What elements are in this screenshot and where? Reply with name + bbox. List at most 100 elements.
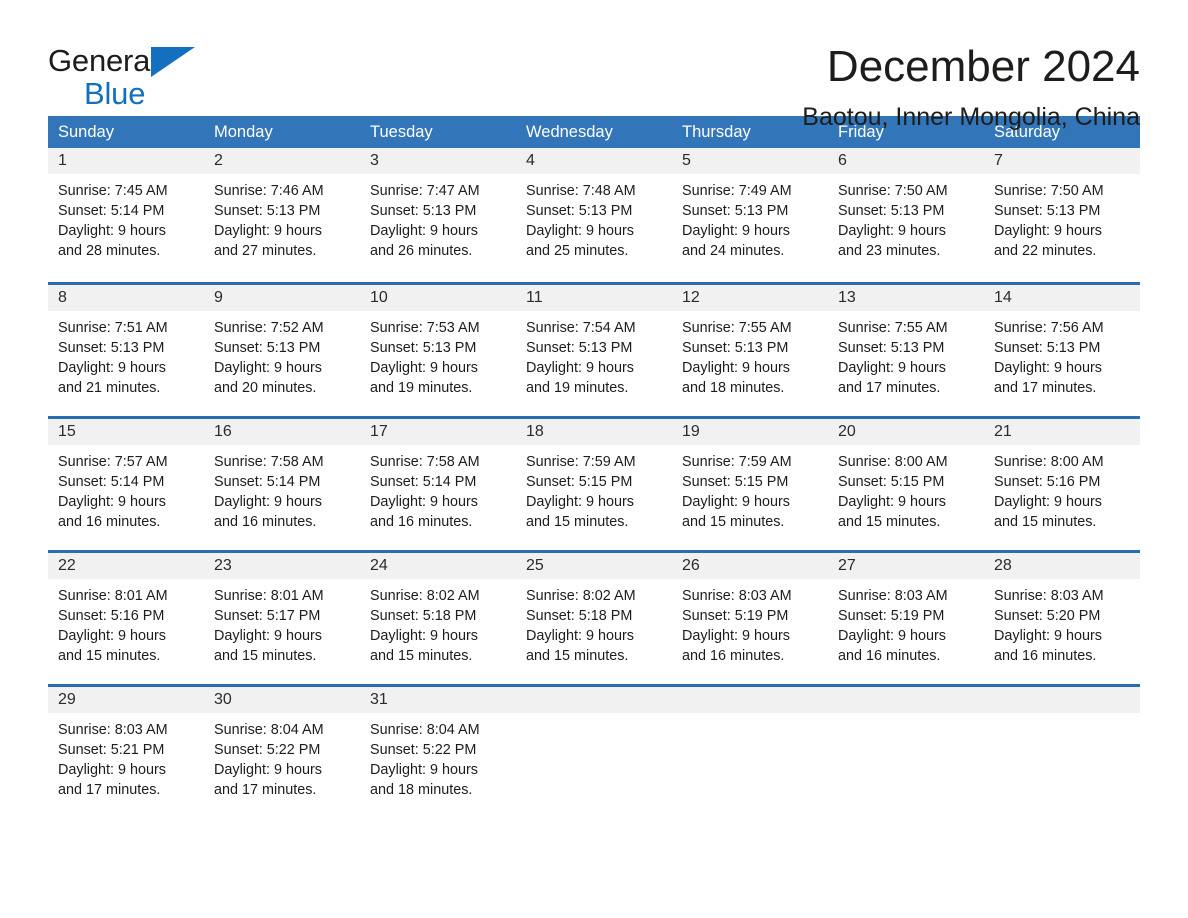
- sunrise-text: Sunrise: 8:00 AM: [838, 454, 948, 470]
- daylight-text-line2: and 19 minutes.: [370, 380, 473, 396]
- day-number: 31: [360, 687, 516, 713]
- sunrise-text: Sunrise: 7:53 AM: [370, 320, 480, 336]
- day-cell[interactable]: 11 Sunrise: 7:54 AM Sunset: 5:13 PM Dayligh…: [516, 285, 672, 405]
- day-cell-empty: [984, 687, 1140, 807]
- day-info: Sunrise: 7:55 AM Sunset: 5:13 PM Daylight:…: [828, 311, 984, 398]
- day-info: Sunrise: 8:02 AM Sunset: 5:18 PM Daylight:…: [360, 579, 516, 666]
- day-number: 4: [516, 148, 672, 174]
- day-cell[interactable]: 20 Sunrise: 8:00 AM Sunset: 5:15 PM Dayligh…: [828, 419, 984, 539]
- day-info: Sunrise: 7:45 AM Sunset: 5:14 PM Daylight:…: [48, 174, 204, 261]
- daylight-text-line2: and 15 minutes.: [994, 514, 1097, 530]
- daylight-text-line2: and 18 minutes.: [370, 782, 473, 798]
- sunrise-text: Sunrise: 7:48 AM: [526, 183, 636, 199]
- daylight-text-line1: Daylight: 9 hours: [682, 360, 790, 376]
- daylight-text-line1: Daylight: 9 hours: [526, 223, 634, 239]
- day-info: Sunrise: 7:47 AM Sunset: 5:13 PM Daylight:…: [360, 174, 516, 261]
- day-number: 21: [984, 419, 1140, 445]
- general-blue-logo[interactable]: General Blue: [48, 44, 198, 110]
- weekday-monday: Monday: [214, 123, 273, 141]
- daylight-text-line2: and 17 minutes.: [58, 782, 161, 798]
- day-number: 24: [360, 553, 516, 579]
- sunrise-text: Sunrise: 8:03 AM: [838, 588, 948, 604]
- day-cell[interactable]: 31 Sunrise: 8:04 AM Sunset: 5:22 PM Dayligh…: [360, 687, 516, 807]
- sunset-text: Sunset: 5:13 PM: [214, 340, 321, 356]
- day-cell[interactable]: 21 Sunrise: 8:00 AM Sunset: 5:16 PM Dayligh…: [984, 419, 1140, 539]
- day-cell[interactable]: 24 Sunrise: 8:02 AM Sunset: 5:18 PM Dayligh…: [360, 553, 516, 673]
- daylight-text-line1: Daylight: 9 hours: [682, 223, 790, 239]
- day-number: 19: [672, 419, 828, 445]
- day-number: 26: [672, 553, 828, 579]
- sunset-text: Sunset: 5:13 PM: [682, 203, 789, 219]
- sunset-text: Sunset: 5:13 PM: [526, 340, 633, 356]
- day-cell[interactable]: 10 Sunrise: 7:53 AM Sunset: 5:13 PM Dayligh…: [360, 285, 516, 405]
- sunrise-text: Sunrise: 7:49 AM: [682, 183, 792, 199]
- day-cell[interactable]: 8 Sunrise: 7:51 AM Sunset: 5:13 PM Daylight…: [48, 285, 204, 405]
- day-info: Sunrise: 8:00 AM Sunset: 5:15 PM Daylight:…: [828, 445, 984, 532]
- day-info: Sunrise: 8:03 AM Sunset: 5:19 PM Daylight:…: [672, 579, 828, 666]
- day-cell[interactable]: 18 Sunrise: 7:59 AM Sunset: 5:15 PM Dayligh…: [516, 419, 672, 539]
- day-cell[interactable]: 26 Sunrise: 8:03 AM Sunset: 5:19 PM Dayligh…: [672, 553, 828, 673]
- day-cell[interactable]: 5 Sunrise: 7:49 AM Sunset: 5:13 PM Daylight…: [672, 148, 828, 271]
- day-cell[interactable]: 13 Sunrise: 7:55 AM Sunset: 5:13 PM Dayligh…: [828, 285, 984, 405]
- sunrise-text: Sunrise: 7:54 AM: [526, 320, 636, 336]
- day-cell[interactable]: 17 Sunrise: 7:58 AM Sunset: 5:14 PM Dayligh…: [360, 419, 516, 539]
- sunrise-text: Sunrise: 7:45 AM: [58, 183, 168, 199]
- day-info: Sunrise: 8:03 AM Sunset: 5:21 PM Daylight:…: [48, 713, 204, 800]
- sunrise-text: Sunrise: 7:55 AM: [682, 320, 792, 336]
- day-number: 20: [828, 419, 984, 445]
- sunrise-text: Sunrise: 7:59 AM: [526, 454, 636, 470]
- day-cell[interactable]: 7 Sunrise: 7:50 AM Sunset: 5:13 PM Daylight…: [984, 148, 1140, 271]
- daylight-text-line2: and 16 minutes.: [838, 648, 941, 664]
- day-info: Sunrise: 7:59 AM Sunset: 5:15 PM Daylight:…: [672, 445, 828, 532]
- weekday-wednesday: Wednesday: [526, 123, 613, 141]
- day-info: Sunrise: 7:46 AM Sunset: 5:13 PM Daylight:…: [204, 174, 360, 261]
- sunset-text: Sunset: 5:14 PM: [58, 474, 165, 490]
- day-cell[interactable]: 9 Sunrise: 7:52 AM Sunset: 5:13 PM Daylight…: [204, 285, 360, 405]
- day-cell[interactable]: 1 Sunrise: 7:45 AM Sunset: 5:14 PM Daylight…: [48, 148, 204, 271]
- sunrise-text: Sunrise: 7:46 AM: [214, 183, 324, 199]
- day-cell[interactable]: 23 Sunrise: 8:01 AM Sunset: 5:17 PM Dayligh…: [204, 553, 360, 673]
- day-cell[interactable]: 14 Sunrise: 7:56 AM Sunset: 5:13 PM Dayligh…: [984, 285, 1140, 405]
- day-cell[interactable]: 16 Sunrise: 7:58 AM Sunset: 5:14 PM Dayligh…: [204, 419, 360, 539]
- day-cell[interactable]: 25 Sunrise: 8:02 AM Sunset: 5:18 PM Dayligh…: [516, 553, 672, 673]
- day-info: Sunrise: 8:01 AM Sunset: 5:16 PM Daylight:…: [48, 579, 204, 666]
- daylight-text-line2: and 28 minutes.: [58, 243, 161, 259]
- day-number: 27: [828, 553, 984, 579]
- daylight-text-line2: and 17 minutes.: [838, 380, 941, 396]
- day-cell[interactable]: 4 Sunrise: 7:48 AM Sunset: 5:13 PM Daylight…: [516, 148, 672, 271]
- day-number: 14: [984, 285, 1140, 311]
- day-info: Sunrise: 7:56 AM Sunset: 5:13 PM Daylight:…: [984, 311, 1140, 398]
- day-number: 29: [48, 687, 204, 713]
- sunset-text: Sunset: 5:16 PM: [994, 474, 1101, 490]
- sunset-text: Sunset: 5:18 PM: [526, 608, 633, 624]
- daylight-text-line2: and 27 minutes.: [214, 243, 317, 259]
- sunset-text: Sunset: 5:15 PM: [838, 474, 945, 490]
- sunrise-text: Sunrise: 8:02 AM: [526, 588, 636, 604]
- daylight-text-line1: Daylight: 9 hours: [838, 360, 946, 376]
- sunrise-text: Sunrise: 8:01 AM: [58, 588, 168, 604]
- daylight-text-line1: Daylight: 9 hours: [58, 628, 166, 644]
- sunset-text: Sunset: 5:14 PM: [214, 474, 321, 490]
- day-number: 3: [360, 148, 516, 174]
- day-cell[interactable]: 12 Sunrise: 7:55 AM Sunset: 5:13 PM Dayligh…: [672, 285, 828, 405]
- day-info: Sunrise: 7:58 AM Sunset: 5:14 PM Daylight:…: [360, 445, 516, 532]
- day-number: [828, 687, 984, 713]
- daylight-text-line1: Daylight: 9 hours: [838, 628, 946, 644]
- daylight-text-line1: Daylight: 9 hours: [370, 223, 478, 239]
- day-cell[interactable]: 3 Sunrise: 7:47 AM Sunset: 5:13 PM Daylight…: [360, 148, 516, 271]
- daylight-text-line2: and 16 minutes.: [994, 648, 1097, 664]
- day-info: [828, 713, 984, 720]
- day-cell[interactable]: 27 Sunrise: 8:03 AM Sunset: 5:19 PM Dayligh…: [828, 553, 984, 673]
- daylight-text-line2: and 19 minutes.: [526, 380, 629, 396]
- day-cell[interactable]: 22 Sunrise: 8:01 AM Sunset: 5:16 PM Dayligh…: [48, 553, 204, 673]
- day-cell[interactable]: 29 Sunrise: 8:03 AM Sunset: 5:21 PM Dayligh…: [48, 687, 204, 807]
- day-cell[interactable]: 6 Sunrise: 7:50 AM Sunset: 5:13 PM Daylight…: [828, 148, 984, 271]
- day-cell[interactable]: 30 Sunrise: 8:04 AM Sunset: 5:22 PM Dayligh…: [204, 687, 360, 807]
- daylight-text-line1: Daylight: 9 hours: [214, 360, 322, 376]
- day-cell[interactable]: 2 Sunrise: 7:46 AM Sunset: 5:13 PM Daylight…: [204, 148, 360, 271]
- day-cell[interactable]: 15 Sunrise: 7:57 AM Sunset: 5:14 PM Dayligh…: [48, 419, 204, 539]
- day-cell[interactable]: 28 Sunrise: 8:03 AM Sunset: 5:20 PM Dayligh…: [984, 553, 1140, 673]
- sunrise-text: Sunrise: 7:58 AM: [370, 454, 480, 470]
- day-cell[interactable]: 19 Sunrise: 7:59 AM Sunset: 5:15 PM Dayligh…: [672, 419, 828, 539]
- daylight-text-line2: and 23 minutes.: [838, 243, 941, 259]
